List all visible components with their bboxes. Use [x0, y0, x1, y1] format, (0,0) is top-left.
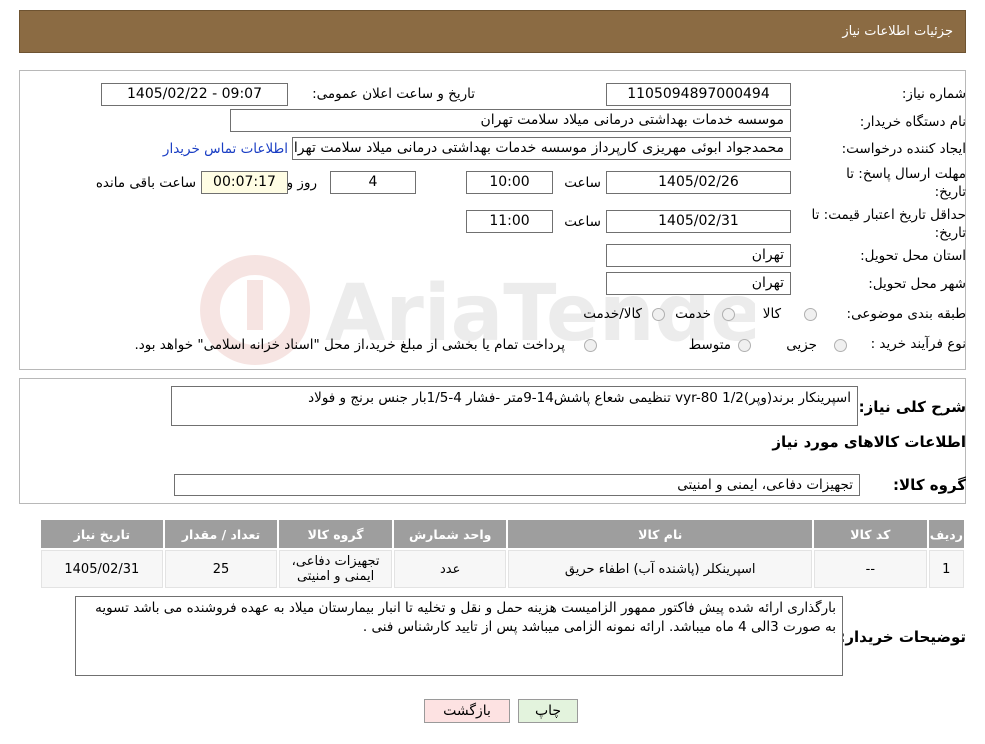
category-radio-goods[interactable] [804, 308, 817, 321]
process-label: نوع فرآیند خرید : [870, 336, 966, 352]
page-header: جزئیات اطلاعات نیاز [19, 10, 966, 53]
category-radio-service[interactable] [722, 308, 735, 321]
th-date: تاریخ نیاز [41, 520, 163, 548]
process-radio-minor[interactable] [834, 339, 847, 352]
process-treasury-note: پرداخت تمام یا بخشی از مبلغ خرید،از محل … [134, 337, 565, 353]
cell-qty: 25 [164, 550, 278, 588]
category-option-service: خدمت [675, 306, 711, 322]
announce-label: تاریخ و ساعت اعلان عمومی: [312, 86, 475, 102]
reply-deadline-label-2: تاریخ: [934, 184, 966, 200]
th-code: کد کالا [814, 520, 927, 548]
buyer-contact-link[interactable]: اطلاعات تماس خریدار [163, 141, 288, 157]
reply-deadline-label: مهلت ارسال پاسخ: تا [846, 166, 966, 182]
cell-group: تجهیزات دفاعی، ایمنی و امنیتی [279, 550, 392, 588]
page-title: جزئیات اطلاعات نیاز [842, 24, 953, 39]
announce-field: 1405/02/22 - 09:07 [101, 83, 288, 106]
category-option-goods-service: کالا/خدمت [583, 306, 642, 322]
cell-unit: عدد [393, 550, 507, 588]
reply-date-field: 1405/02/26 [606, 171, 791, 194]
days-label: روز و [286, 175, 317, 191]
reply-time-field: 10:00 [466, 171, 553, 194]
th-qty: تعداد / مقدار [164, 520, 278, 548]
city-field: تهران [606, 272, 791, 295]
creator-label: ایجاد کننده درخواست: [841, 141, 966, 157]
goods-group-label: گروه کالا: [893, 476, 966, 494]
table-row: 1 -- اسپرینکلر (پاشنده آب) اطفاء حریق عد… [41, 550, 964, 588]
th-group: گروه کالا [279, 520, 392, 548]
th-name: نام کالا [508, 520, 813, 548]
cell-group-line2: ایمنی و امنیتی [296, 569, 375, 584]
category-radio-goods-service[interactable] [652, 308, 665, 321]
creator-field: محمدجواد ابوئی مهریزی کارپرداز موسسه خدم… [292, 137, 791, 160]
cell-code: -- [814, 550, 927, 588]
back-button[interactable]: بازگشت [424, 699, 510, 723]
remaining-time-field: 00:07:17 [201, 171, 288, 194]
province-label: استان محل تحویل: [860, 248, 966, 264]
process-radio-medium[interactable] [738, 339, 751, 352]
process-option-medium: متوسط [688, 337, 731, 353]
price-validity-label: حداقل تاریخ اعتبار قیمت: تا [811, 207, 966, 223]
price-validity-date-field: 1405/02/31 [606, 210, 791, 233]
goods-group-field: تجهیزات دفاعی، ایمنی و امنیتی [174, 474, 860, 496]
price-validity-time-field: 11:00 [466, 210, 553, 233]
need-number-label: شماره نیاز: [901, 86, 966, 102]
cell-name: اسپرینکلر (پاشنده آب) اطفاء حریق [508, 550, 813, 588]
reply-time-label: ساعت [564, 175, 601, 191]
province-field: تهران [606, 244, 791, 267]
category-label: طبقه بندی موضوعی: [846, 306, 966, 322]
cell-date: 1405/02/31 [41, 550, 163, 588]
th-unit: واحد شمارش [393, 520, 507, 548]
buyer-notes-field[interactable]: بارگذاری ارائه شده پیش فاکتور ممهور الزا… [75, 596, 843, 676]
buyer-org-field: موسسه خدمات بهداشتی درمانی میلاد سلامت ت… [230, 109, 791, 132]
description-label: شرح کلی نیاز: [858, 398, 966, 416]
cell-group-line1: تجهیزات دفاعی، [291, 554, 380, 569]
print-button[interactable]: چاپ [518, 699, 578, 723]
process-radio-treasury[interactable] [584, 339, 597, 352]
process-option-minor: جزیی [786, 337, 817, 353]
buyer-org-label: نام دستگاه خریدار: [859, 114, 966, 130]
th-row: ردیف [928, 520, 964, 548]
category-option-goods: کالا [762, 306, 781, 322]
goods-table: ردیف کد کالا نام کالا واحد شمارش گروه کا… [39, 518, 966, 590]
need-number-field: 1105094897000494 [606, 83, 791, 106]
cell-row: 1 [928, 550, 964, 588]
description-field[interactable]: اسپرینکار برند(وپر)vyr-80 1/2 تنظیمی شعا… [171, 386, 858, 426]
days-field: 4 [330, 171, 416, 194]
price-validity-time-label: ساعت [564, 214, 601, 230]
goods-info-title: اطلاعات کالاهای مورد نیاز [772, 433, 966, 451]
city-label: شهر محل تحویل: [868, 276, 966, 292]
price-validity-label-2: تاریخ: [934, 225, 966, 241]
buyer-notes-label: توضیحات خریدار: [839, 628, 966, 646]
table-header-row: ردیف کد کالا نام کالا واحد شمارش گروه کا… [41, 520, 964, 548]
remaining-label: ساعت باقی مانده [95, 175, 196, 191]
